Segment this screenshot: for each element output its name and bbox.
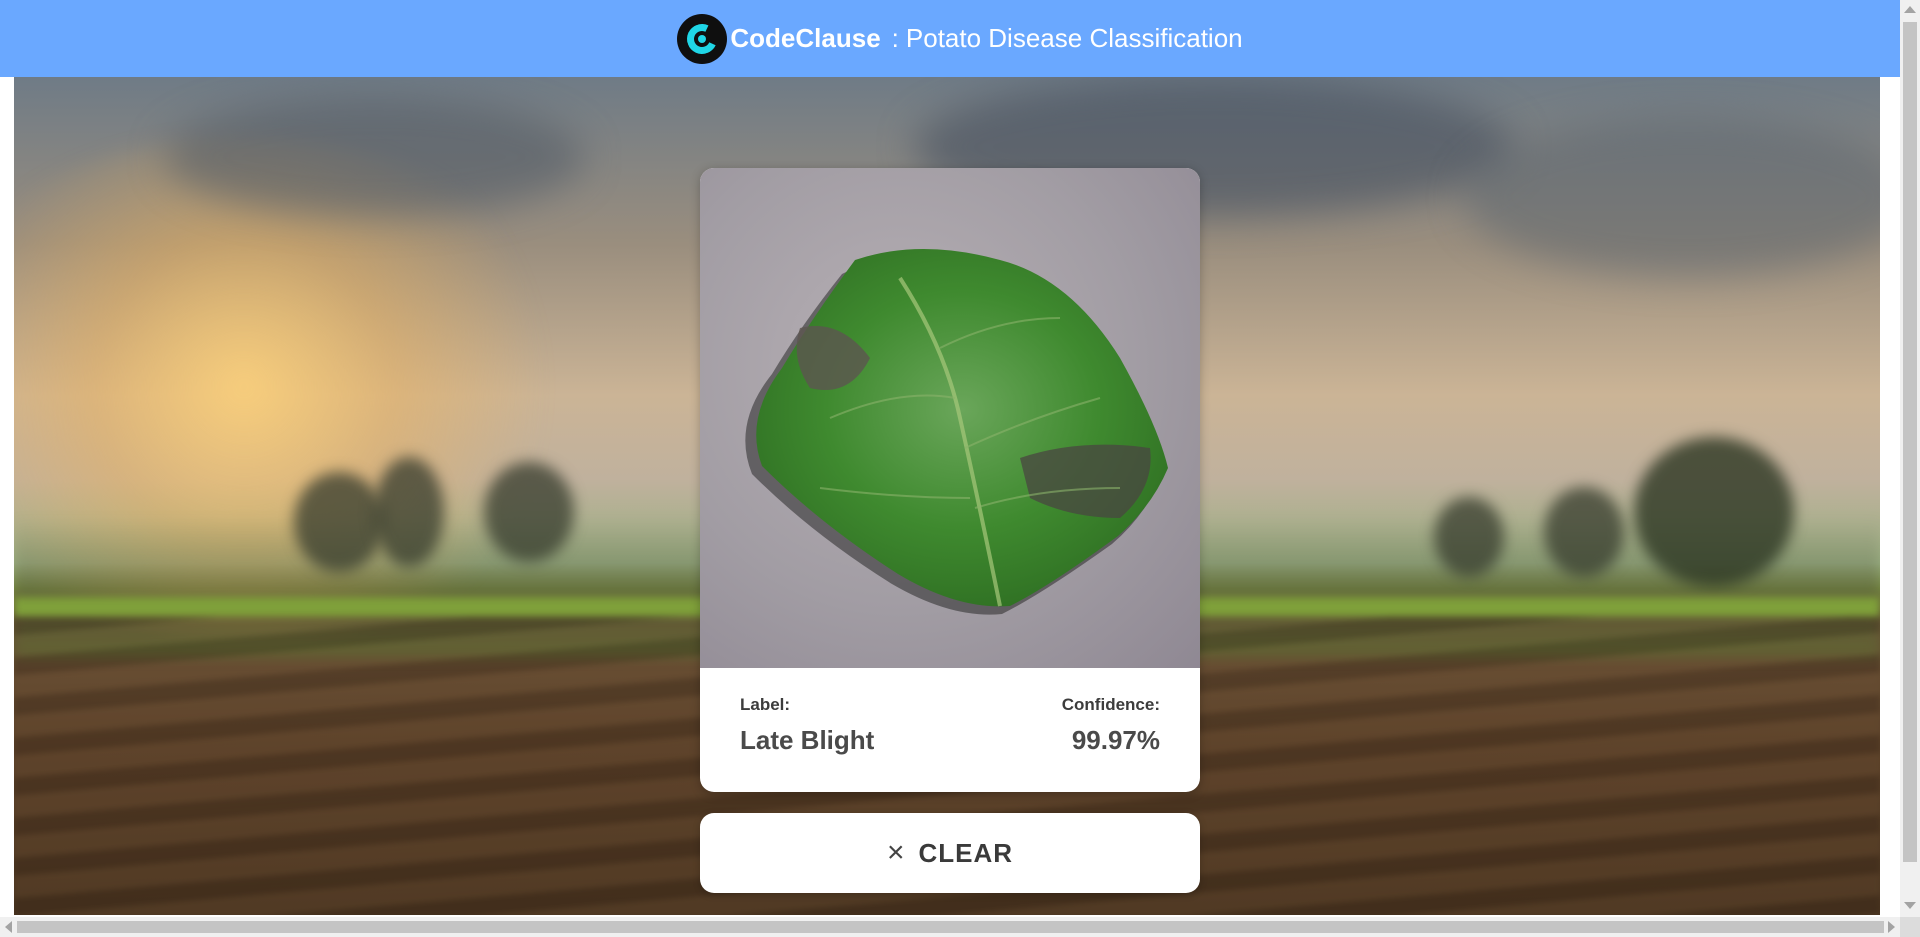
label-heading: Label: [740,695,791,714]
scrollbar-corner [1900,917,1920,937]
confidence-heading: Confidence: [1061,695,1160,714]
page-title: Potato Disease Classification [905,23,1243,53]
confidence-value: 99.97% [1071,725,1160,755]
vertical-scroll-thumb[interactable] [1903,22,1917,862]
scroll-down-icon[interactable] [1904,902,1916,909]
scroll-left-icon[interactable] [5,921,12,933]
app-header: CodeClause : Potato Disease Classificati… [0,0,1900,77]
brand: CodeClause : Potato Disease Classificati… [677,13,1243,64]
vertical-scrollbar[interactable] [1900,0,1920,917]
brand-separator: : [891,23,899,53]
label-value: Late Blight [740,725,875,755]
prediction-result: Label: Confidence: Late Blight 99.97% [700,668,1200,792]
uploaded-leaf-image [700,168,1200,668]
close-icon: × [886,836,905,869]
horizontal-scrollbar[interactable] [0,917,1900,937]
scroll-up-icon[interactable] [1904,6,1916,13]
clear-button[interactable]: × CLEAR [700,813,1200,893]
brand-name: CodeClause [730,23,881,53]
codeclause-logo-icon [677,13,728,64]
horizontal-scroll-thumb[interactable] [17,921,1884,933]
scroll-right-icon[interactable] [1888,921,1895,933]
clear-button-label: CLEAR [918,837,1014,868]
prediction-card: Label: Confidence: Late Blight 99.97% [700,168,1200,792]
